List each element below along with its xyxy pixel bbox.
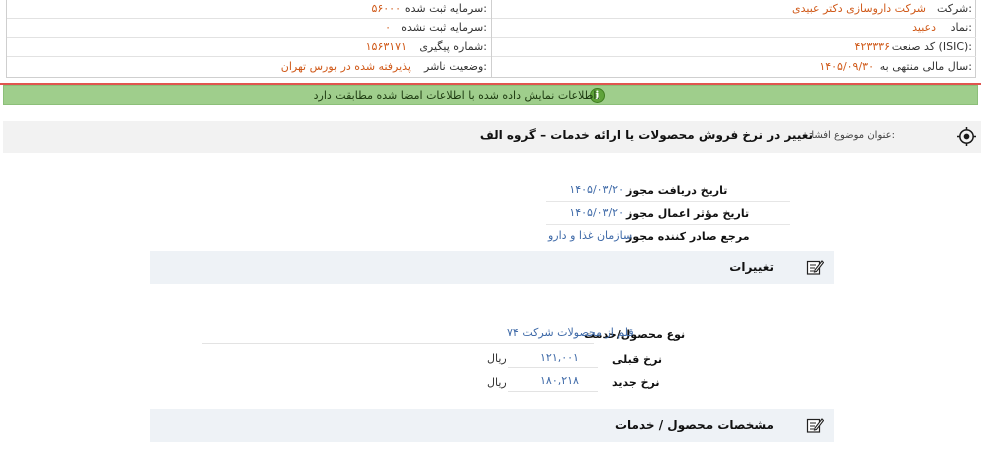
isic-label: کد صنعت (ISIC): — [891, 40, 972, 53]
product-specs-section-header: مشخصات محصول / خدمات — [150, 409, 834, 442]
product-type-value: ۷۴ قلم از محصولات شرکت — [507, 326, 634, 339]
publisher-status-value: پذیرفته شده در بورس تهران — [280, 60, 411, 73]
new-rate-unit: ریال — [487, 376, 507, 389]
tracking-number-value: ۱۵۶۳۱۷۱ — [365, 40, 407, 53]
previous-rate-value: ۱۲۱,۰۰۱ — [540, 351, 579, 364]
publisher-status-label: وضعیت ناشر: — [424, 60, 487, 73]
row-divider — [546, 224, 790, 225]
permit-receive-date-row: تاریخ دریافت مجوز ۱۴۰۵/۰۳/۲۰ — [148, 180, 834, 202]
permit-issuer-row: مرجع صادر کننده مجوز سازمان غذا و دارو — [148, 226, 834, 248]
company-row: شرکت: شرکت داروسازی دکتر عبیدی — [492, 0, 976, 19]
symbol-value: دعبید — [912, 21, 936, 34]
signature-alert: i اطلاعات نمایش داده شده با اطلاعات امضا… — [3, 85, 978, 105]
row-divider — [202, 343, 594, 344]
symbol-row: نماد: دعبید — [492, 19, 976, 38]
permit-effective-date-value: ۱۴۰۵/۰۳/۲۰ — [569, 206, 624, 219]
row-divider — [508, 367, 598, 368]
permit-issuer-label: مرجع صادر کننده مجوز — [626, 230, 750, 243]
fiscal-year-value: ۱۴۰۵/۰۹/۳۰ — [819, 60, 874, 73]
edit-icon — [806, 418, 824, 433]
announcement-panel: تاریخ دریافت مجوز ۱۴۰۵/۰۳/۲۰ تاریخ مؤثر … — [148, 153, 834, 450]
permit-effective-date-row: تاریخ مؤثر اعمال مجوز ۱۴۰۵/۰۳/۲۰ — [148, 203, 834, 225]
row-divider — [508, 391, 598, 392]
changes-section-title: تغییرات — [729, 260, 774, 274]
row-divider — [546, 201, 790, 202]
company-value: شرکت داروسازی دکتر عبیدی — [792, 2, 926, 15]
registered-capital-label: سرمایه ثبت شده: — [404, 2, 487, 15]
subject-label: عنوان موضوع افشا: — [811, 130, 895, 141]
isic-row: کد صنعت (ISIC): ۴۲۳۳۳۶ — [492, 38, 976, 57]
permit-issuer-value: سازمان غذا و دارو — [548, 229, 633, 242]
subject-header: عنوان موضوع افشا: تغییر در نرخ فروش محصو… — [3, 121, 981, 153]
product-specs-section-title: مشخصات محصول / خدمات — [614, 418, 774, 432]
unregistered-capital-value: ۰ — [385, 21, 391, 34]
unregistered-capital-row: سرمایه ثبت نشده: ۰ — [7, 19, 491, 38]
publisher-status-row: وضعیت ناشر: پذیرفته شده در بورس تهران — [7, 58, 491, 77]
new-rate-label: نرخ جدید — [612, 376, 660, 389]
fiscal-year-row: سال مالی منتهی به: ۱۴۰۵/۰۹/۳۰ — [492, 58, 976, 77]
company-label: شرکت: — [936, 2, 972, 15]
registered-capital-row: سرمایه ثبت شده: ۵۶۰۰۰ — [7, 0, 491, 19]
tracking-number-label: شماره پیگیری: — [419, 40, 487, 53]
permit-receive-date-label: تاریخ دریافت مجوز — [626, 184, 728, 197]
company-info-table: شرکت: شرکت داروسازی دکتر عبیدی نماد: دعب… — [6, 0, 976, 78]
previous-rate-unit: ریال — [487, 352, 507, 365]
target-icon — [957, 127, 976, 146]
subject-title: تغییر در نرخ فروش محصولات یا ارائه خدمات… — [479, 128, 813, 142]
symbol-label: نماد: — [950, 21, 972, 34]
edit-icon — [806, 260, 824, 275]
alert-message: اطلاعات نمایش داده شده با اطلاعات امضا ش… — [313, 89, 600, 102]
permit-receive-date-value: ۱۴۰۵/۰۳/۲۰ — [569, 183, 624, 196]
fiscal-year-label: سال مالی منتهی به: — [879, 60, 972, 73]
registered-capital-value: ۵۶۰۰۰ — [371, 2, 401, 15]
changes-section-header: تغییرات — [150, 251, 834, 284]
tracking-number-row: شماره پیگیری: ۱۵۶۳۱۷۱ — [7, 38, 491, 57]
permit-effective-date-label: تاریخ مؤثر اعمال مجوز — [626, 207, 750, 220]
new-rate-value: ۱۸۰,۲۱۸ — [540, 374, 579, 387]
unregistered-capital-label: سرمایه ثبت نشده: — [401, 21, 487, 34]
isic-value: ۴۲۳۳۳۶ — [854, 40, 890, 53]
previous-rate-label: نرخ قبلی — [612, 353, 663, 366]
